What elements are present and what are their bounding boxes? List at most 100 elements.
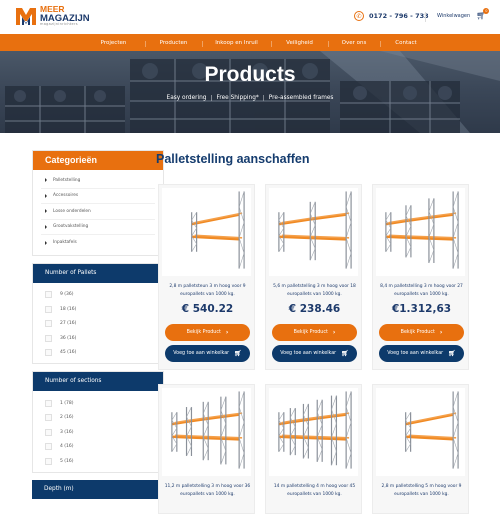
product-price: €1.312,63 [391, 303, 452, 315]
product-card: 2,8 m palletstelling 5 m hoog voor 9 eur… [372, 384, 469, 514]
product-image[interactable] [376, 388, 465, 476]
product-description[interactable]: 2,8 m palletsteun 3 m hoog voor 9 europa… [163, 283, 252, 298]
product-description[interactable]: 11,2 m palletstelling 3 m hoog voor 36 e… [163, 483, 252, 498]
product-description[interactable]: 5,6 m palletstelling 3 m hoog voor 18 eu… [270, 283, 359, 298]
category-palletstelling[interactable]: Palletstelling [41, 173, 155, 189]
rack-frame [202, 401, 209, 461]
nav-contact[interactable]: Contact [380, 40, 432, 47]
add-to-cart-button[interactable]: Voeg toe aan winkelkar 🛒︎ [272, 345, 357, 362]
logo-mark-icon [15, 6, 37, 26]
phone-icon: ✆ [354, 11, 364, 21]
filter-option-label: 4 (16) [60, 444, 74, 450]
rack-drawing [191, 191, 245, 269]
category-inpaktafels[interactable]: Inpaktafels [41, 235, 155, 251]
filter-option[interactable]: 36 (16) [45, 331, 163, 346]
category-grootvakstelling[interactable]: Grootvakstelling [41, 220, 155, 235]
category-losse-onderdelen[interactable]: Losse onderdelen [41, 204, 155, 220]
checkbox[interactable] [45, 291, 52, 299]
rack-beam [388, 212, 457, 224]
phone-contact[interactable]: ✆ 0172 - 796 - 733 [354, 11, 429, 21]
add-to-cart-label: Voeg toe aan winkelkar [173, 351, 230, 356]
filter-option-label: 27 (16) [60, 321, 77, 327]
filter-option-label: 45 (16) [60, 350, 77, 356]
checkbox[interactable] [45, 305, 52, 313]
filter-option[interactable]: 3 (16) [45, 425, 163, 440]
category-label: Losse onderdelen [53, 208, 91, 214]
nav-veiligheid[interactable]: Veiligheid [271, 40, 328, 47]
product-description[interactable]: 2,8 m palletstelling 5 m hoog voor 9 eur… [377, 483, 466, 498]
view-product-button[interactable]: Bekijk Product › [272, 324, 357, 341]
filter-option[interactable]: 5 (16) [45, 454, 163, 469]
product-image[interactable] [162, 388, 251, 476]
rack-drawing [405, 391, 459, 469]
checkbox[interactable] [45, 399, 52, 407]
main-nav: Projecten Producten Inkoop en Inruil Vei… [0, 34, 500, 51]
add-to-cart-button[interactable]: Voeg toe aan winkelkar 🛒︎ [165, 345, 250, 362]
checkbox[interactable] [45, 443, 52, 451]
checkbox[interactable] [45, 320, 52, 328]
nav-projecten[interactable]: Projecten [82, 40, 145, 46]
hero-feature: Free Shipping* [216, 95, 259, 101]
filter-option-label: 3 (16) [60, 429, 74, 435]
categories-title: Categorieën [33, 151, 163, 170]
caret-right-icon [45, 178, 47, 183]
rack-frame [238, 191, 245, 269]
filter-option[interactable]: 9 (36) [45, 288, 163, 303]
product-image[interactable] [376, 188, 465, 276]
filter-option[interactable]: 18 (16) [45, 302, 163, 317]
add-to-cart-label: Voeg toe aan winkelkar [387, 351, 444, 356]
filter-depth-header[interactable]: Depth (m) [32, 479, 164, 499]
product-image[interactable] [269, 188, 358, 276]
checkbox[interactable] [45, 457, 52, 465]
chevron-right-icon: › [332, 329, 336, 336]
filter-option[interactable]: 4 (16) [45, 440, 163, 455]
add-to-cart-label: Voeg toe aan winkelkar [280, 351, 337, 356]
category-accessoires[interactable]: Accessoires [41, 189, 155, 204]
logo[interactable]: MEER MAGAZIJN magazijninrichters [15, 5, 90, 27]
rack-frame [185, 406, 193, 457]
product-price: € 238.46 [288, 303, 341, 315]
rack-frame [316, 399, 323, 462]
nav-over-ons[interactable]: Over ons [328, 40, 380, 47]
nav-inkoop-en-inruil[interactable]: Inkoop en Inruil [202, 40, 271, 47]
filter-option-label: 9 (36) [60, 292, 74, 298]
phone-number: 0172 - 796 - 733 [369, 12, 429, 20]
cart-link[interactable]: Winkelwagen 🛒︎ 0 [437, 8, 490, 20]
nav-producten[interactable]: Producten [145, 40, 202, 47]
rack-drawing [171, 391, 245, 469]
rack-frame [452, 191, 459, 269]
filter-option[interactable]: 2 (16) [45, 411, 163, 426]
filter-option[interactable]: 1 (78) [45, 396, 163, 411]
pallet-rack-illustration [278, 191, 352, 269]
caret-right-icon [45, 193, 47, 198]
checkbox[interactable] [45, 428, 52, 436]
product-description[interactable]: 14 m palletstelling 4 m hoog voor 45 eur… [270, 483, 359, 498]
view-product-button[interactable]: Bekijk Product › [165, 324, 250, 341]
checkbox[interactable] [45, 349, 52, 357]
category-label: Accessoires [53, 193, 79, 198]
site-header: MEER MAGAZIJN magazijninrichters ✆ 0172 … [0, 0, 500, 34]
checkbox[interactable] [45, 414, 52, 422]
filter-option[interactable]: 27 (16) [45, 317, 163, 332]
add-to-cart-button[interactable]: Voeg toe aan winkelkar 🛒︎ [379, 345, 464, 362]
category-label: Palletstelling [53, 177, 81, 183]
filter-option-label: 2 (16) [60, 415, 74, 421]
rack-frame [330, 395, 338, 466]
product-image[interactable] [162, 188, 251, 276]
rack-beam [405, 413, 454, 426]
cart-icon: 🛒︎ 0 [476, 8, 490, 20]
cart-icon: 🛒︎ [448, 350, 456, 357]
filter-title: Number of sections [33, 372, 163, 391]
rack-frame [191, 212, 198, 252]
rack-frame [171, 412, 178, 452]
checkbox[interactable] [45, 334, 52, 342]
product-image[interactable] [269, 388, 358, 476]
rack-frame [238, 391, 245, 469]
header-divider [425, 12, 426, 22]
hero-title: Products [204, 63, 296, 86]
product-description[interactable]: 8,4 m palletstelling 3 m hoog voor 27 eu… [377, 283, 466, 298]
view-product-button[interactable]: Bekijk Product › [379, 324, 464, 341]
filter-option[interactable]: 45 (16) [45, 346, 163, 361]
filter-title: Number of Pallets [33, 263, 163, 283]
product-card: 14 m palletstelling 4 m hoog voor 45 eur… [265, 384, 362, 514]
